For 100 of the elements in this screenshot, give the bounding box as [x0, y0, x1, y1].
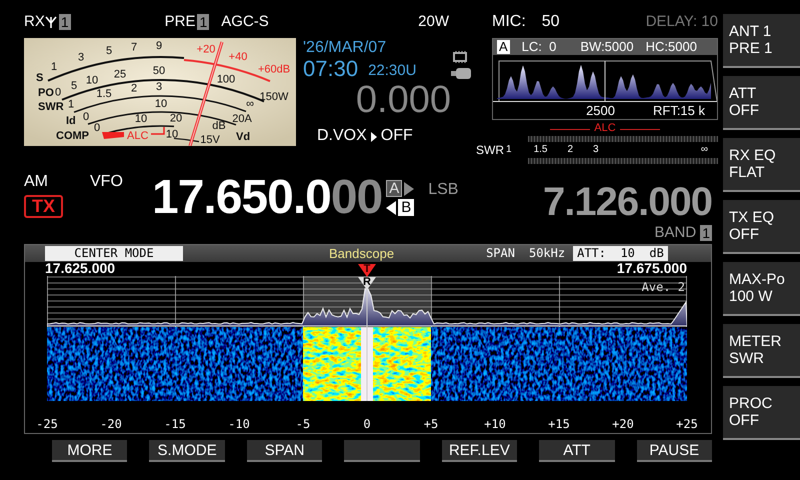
- meter-scale-label: 5: [70, 80, 78, 92]
- meter-scale-label: 50: [152, 65, 166, 77]
- rx-antenna-number: 1: [58, 14, 71, 30]
- meter-scale-label: 10: [86, 74, 98, 86]
- axis-label: +25: [676, 417, 698, 431]
- end-frequency: 17.675.000: [616, 261, 687, 276]
- meter-scale-label: 1: [68, 98, 74, 110]
- meter-scale-label: 20A: [232, 113, 252, 126]
- main-frequency-fine-digits: 00: [330, 174, 382, 222]
- swr-scale-label: 3: [593, 144, 599, 156]
- meter-scale-name: SWR: [38, 101, 64, 113]
- span-value: 50kHz: [528, 247, 566, 260]
- function-key[interactable]: MORE: [52, 440, 128, 462]
- band-label: BAND: [654, 225, 696, 241]
- date-label: '26/MAR/07: [303, 40, 388, 57]
- function-key[interactable]: REF.LEV: [442, 440, 518, 462]
- swr-scale-label: 1: [506, 144, 512, 156]
- agc-label: AGC-S: [221, 14, 269, 30]
- main-frequency: 17.650.0: [152, 174, 331, 222]
- antenna-icon: [44, 16, 57, 28]
- dvox-value: OFF: [380, 128, 413, 146]
- meter-scale-name: S: [36, 72, 44, 84]
- scope-att-label: ATT: 10 dB: [573, 246, 668, 261]
- meter-scale-label: 15V: [200, 134, 220, 146]
- dvox-label: D.VOX: [317, 128, 367, 146]
- meter-scale-label: 1: [50, 61, 58, 74]
- side-function-key[interactable]: PROC OFF: [723, 386, 800, 440]
- vfo-tag: A: [497, 40, 510, 54]
- caret-icon: [370, 132, 377, 142]
- meter-scale-label: 2: [130, 82, 138, 94]
- meter-scale-label: 25: [114, 68, 126, 80]
- scope-mode-label: CENTER MODE: [45, 246, 183, 261]
- meter-scale-label: 0: [94, 122, 100, 134]
- mode-label: AM: [24, 174, 49, 191]
- meter-scale-label: 7: [130, 41, 138, 54]
- side-function-key[interactable]: METER SWR: [723, 324, 800, 378]
- preamp-label: PRE: [164, 14, 196, 30]
- axis-label: 0: [363, 417, 371, 431]
- alc-scale-bar: [102, 132, 124, 139]
- swr-scale-label: ∞: [700, 144, 708, 156]
- alc-label: ALC: [127, 130, 148, 142]
- mic-label: MIC:: [492, 14, 526, 30]
- alc-meter-label: ALC: [594, 123, 616, 135]
- mic-value: 50: [542, 14, 560, 30]
- left-arrow-icon: [386, 200, 396, 214]
- low-cut-label: LC: 0: [522, 40, 556, 54]
- meter-scale-label: dB: [212, 120, 226, 132]
- vfo-a-tag: A: [386, 180, 402, 197]
- rit-offset: 0.000: [356, 80, 451, 121]
- axis-label: -25: [36, 417, 58, 431]
- usb-drive-icon: [451, 68, 471, 79]
- memory-chip-icon: [453, 50, 467, 64]
- axis-label: -10: [228, 417, 250, 431]
- function-key[interactable]: SPAN: [246, 440, 322, 462]
- vfo-b-tag: B: [398, 199, 414, 216]
- meter-scale-label: 10: [134, 112, 148, 125]
- tx-indicator: TX: [24, 194, 64, 218]
- function-key[interactable]: S.MODE: [149, 440, 225, 462]
- side-function-key[interactable]: ATT OFF: [723, 76, 800, 130]
- swr-scale-label: 2: [567, 144, 574, 156]
- axis-label: -15: [164, 417, 186, 431]
- axis-label: -5: [296, 417, 310, 431]
- meter-scale-label: 3: [156, 81, 162, 93]
- function-key[interactable]: PAUSE: [636, 440, 712, 462]
- tx-marker: T: [358, 264, 376, 277]
- bandwidth-label: BW:5000: [580, 40, 634, 54]
- side-function-key[interactable]: MAX-Po 100 W: [723, 262, 800, 316]
- bandscope-title: Bandscope: [329, 246, 394, 260]
- delay-label: DELAY: 10: [646, 14, 718, 30]
- meter-scale-label: 0: [82, 110, 90, 123]
- right-arrow-icon: [404, 182, 414, 196]
- meter-scale-label: +60dB: [258, 64, 290, 76]
- axis-label: +5: [424, 417, 438, 431]
- alc-scale-bracket: [151, 127, 165, 135]
- meter-scale-name: Vd: [236, 131, 250, 143]
- meter-scale-label: 10: [166, 128, 178, 140]
- meter-scale-label: 100: [216, 73, 236, 86]
- meter-scale-label: 150W: [260, 91, 288, 104]
- average-label: Ave. 2: [642, 280, 685, 294]
- meter-scale-label: 5: [106, 44, 112, 57]
- axis-label: +10: [484, 417, 506, 431]
- high-cut-label: HC:5000: [646, 40, 697, 54]
- utc-time: 22:30U: [368, 62, 416, 79]
- rft-label: RFT:15 k: [652, 104, 705, 118]
- function-key[interactable]: ATT: [539, 440, 615, 462]
- filter-center-label: 2500: [586, 104, 615, 118]
- side-function-key[interactable]: ANT 1 PRE 1: [723, 14, 800, 68]
- span-label: SPAN: [486, 247, 515, 260]
- vfo-label: VFO: [90, 174, 124, 191]
- axis-label: +15: [548, 417, 570, 431]
- meter-scale-label: 10: [154, 98, 168, 110]
- band-number: 1: [700, 225, 712, 241]
- rx-antenna-label: RX: [24, 14, 45, 30]
- side-function-key[interactable]: RX EQ FLAT: [723, 138, 800, 192]
- meter-scale-label: ∞: [246, 98, 254, 110]
- preamp-number: 1: [197, 14, 210, 30]
- meter-scale-label: 0: [54, 86, 62, 98]
- side-function-key[interactable]: TX EQ OFF: [723, 200, 800, 254]
- sub-mode-label: LSB: [428, 182, 458, 199]
- local-time: 07:30: [303, 57, 358, 80]
